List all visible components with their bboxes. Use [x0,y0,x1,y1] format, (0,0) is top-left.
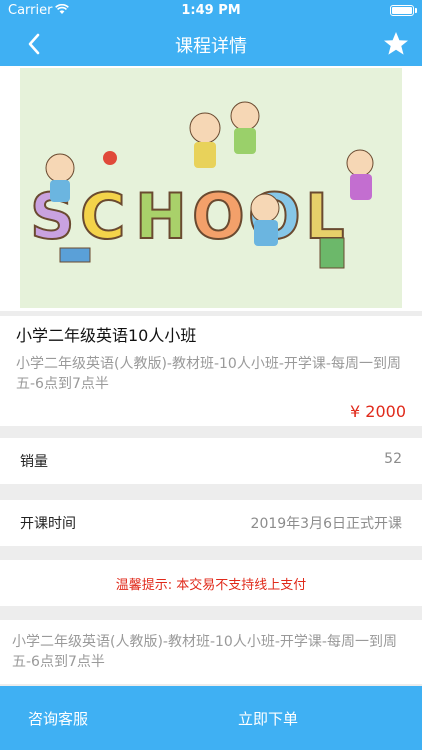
course-price: ¥ 2000 [350,402,406,421]
course-detail-text: 小学二年级英语(人教版)-教材班-10人小班-开学课-每周一到周五-6点到7点半 [12,634,397,670]
nav-bar: 课程详情 [0,22,422,66]
sales-row: 销量 52 [0,438,422,484]
sales-label: 销量 [20,454,48,470]
course-detail-section: 小学二年级英语(人教版)-教材班-10人小班-开学课-每周一到周五-6点到7点半 [0,620,422,684]
svg-text:H: H [135,180,187,253]
svg-text:O: O [192,180,245,253]
course-name: 小学二年级英语10人小班 [16,326,197,345]
favorite-star-icon[interactable] [382,30,410,58]
place-order-button[interactable]: 立即下单 [238,708,298,729]
svg-text:C: C [80,180,126,253]
course-description: 小学二年级英语(人教版)-教材班-10人小班-开学课-每周一到周五-6点到7点半 [16,356,401,392]
course-banner: S C H O O L [0,66,422,311]
battery-icon [390,5,414,16]
page-title: 课程详情 [175,36,247,57]
school-kids-illustration: S C H O O L [20,68,402,308]
battery-tip [415,8,417,13]
start-time-label: 开课时间 [20,516,76,532]
start-time-value: 2019年3月6日正式开课 [250,516,402,532]
sales-value: 52 [384,451,402,467]
contact-service-button[interactable]: 咨询客服 [28,708,88,729]
bottom-action-bar: 咨询客服 立即下单 [0,686,422,750]
course-info-card: 小学二年级英语10人小班 小学二年级英语(人教版)-教材班-10人小班-开学课-… [0,316,422,426]
status-bar: Carrier 1:49 PM [0,0,422,22]
payment-notice: 温馨提示: 本交易不支持线上支付 [0,560,422,606]
start-time-row: 开课时间 2019年3月6日正式开课 [0,500,422,546]
clock: 1:49 PM [181,3,241,18]
payment-notice-text: 温馨提示: 本交易不支持线上支付 [115,578,307,593]
